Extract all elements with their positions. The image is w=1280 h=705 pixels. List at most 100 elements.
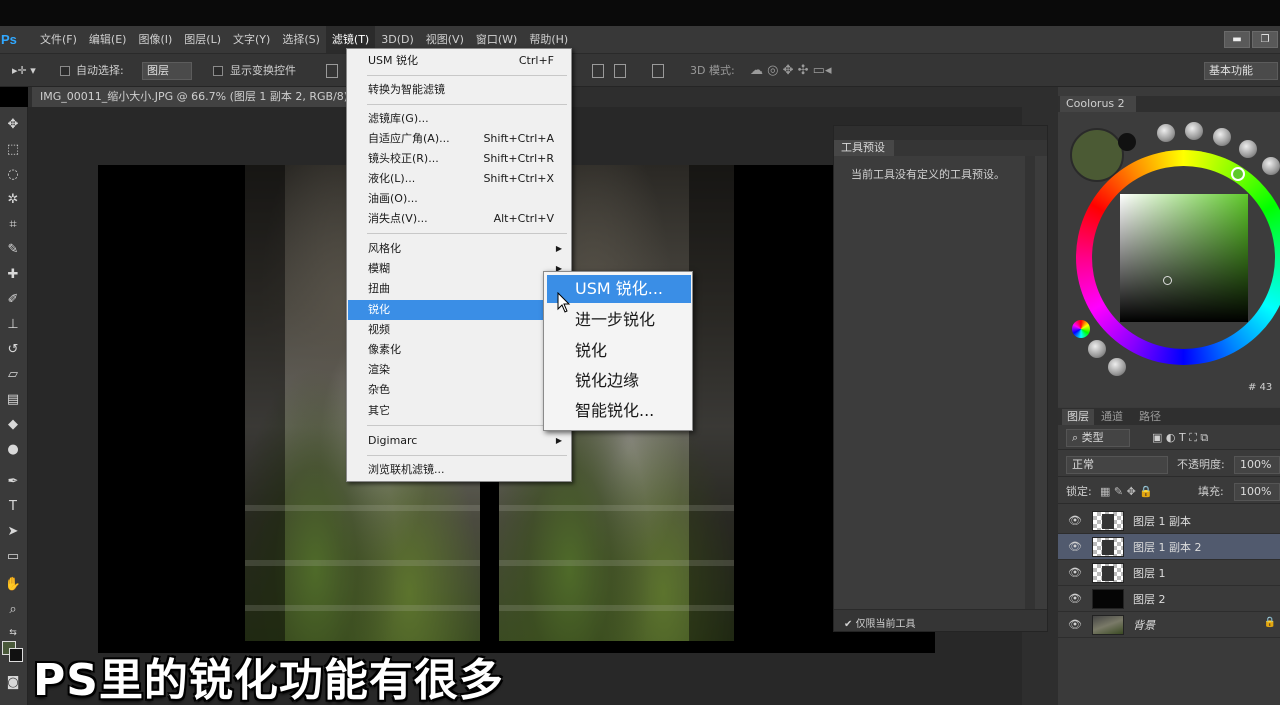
document-tab[interactable]: IMG_00011_缩小大小.JPG @ 66.7% (图层 1 副本 2, R… bbox=[32, 87, 350, 107]
minimize-button[interactable]: ▬ bbox=[1224, 31, 1250, 48]
layer-row-selected[interactable]: 👁 图层 1 副本 2 bbox=[1058, 534, 1280, 560]
gradient-tool-icon[interactable]: ▤ bbox=[3, 390, 23, 410]
menu-item-render[interactable]: 渲染▶ bbox=[348, 360, 570, 380]
blend-mode-dropdown[interactable]: 正常 bbox=[1066, 456, 1168, 474]
menu-select[interactable]: 选择(S) bbox=[276, 26, 326, 53]
background-swatch[interactable] bbox=[1118, 133, 1136, 151]
coolorus-tab[interactable]: Coolorus 2 bbox=[1060, 96, 1136, 112]
menu-item-pixelate[interactable]: 像素化▶ bbox=[348, 340, 570, 360]
menu-image[interactable]: 图像(I) bbox=[132, 26, 178, 53]
background-color-swatch[interactable] bbox=[9, 648, 23, 662]
menu-item-distort[interactable]: 扭曲▶ bbox=[348, 279, 570, 299]
marquee-tool-icon[interactable]: ⬚ bbox=[3, 140, 23, 160]
menu-item-liquify[interactable]: 液化(L)... Shift+Ctrl+X bbox=[348, 169, 570, 189]
menu-edit[interactable]: 编辑(E) bbox=[83, 26, 133, 53]
move-tool-icon[interactable]: ✥ bbox=[3, 115, 23, 135]
pen-tool-icon[interactable]: ✒ bbox=[3, 472, 23, 492]
show-transform-checkbox[interactable] bbox=[213, 66, 223, 76]
fill-input[interactable]: 100% bbox=[1234, 483, 1280, 501]
mode-knob-2-icon[interactable] bbox=[1185, 122, 1203, 140]
layer-row[interactable]: 👁 图层 1 副本 bbox=[1058, 508, 1280, 534]
panel-scrollbar[interactable] bbox=[1025, 156, 1035, 611]
move-tool-icon[interactable]: ▸✛ ▾ bbox=[12, 62, 36, 80]
hand-tool-icon[interactable]: ✋ bbox=[3, 575, 23, 595]
menu-item-filter-gallery[interactable]: 滤镜库(G)... bbox=[348, 109, 570, 129]
menu-item-stylize[interactable]: 风格化 ▶ bbox=[348, 239, 570, 259]
eye-icon[interactable]: 👁 bbox=[1068, 618, 1082, 631]
mode-knob-4-icon[interactable] bbox=[1239, 140, 1257, 158]
zoom-tool-icon[interactable]: ⌕ bbox=[3, 600, 23, 620]
clone-stamp-tool-icon[interactable]: ⊥ bbox=[3, 315, 23, 335]
submenu-item-smart-sharpen[interactable]: 智能锐化... bbox=[547, 397, 691, 425]
3d-mode-icons[interactable]: ☁ ◎ ✥ ✣ ▭◂ bbox=[750, 62, 831, 80]
menu-item-convert-smart-filter[interactable]: 转换为智能滤镜 bbox=[348, 80, 570, 100]
submenu-item-sharpen-edges[interactable]: 锐化边缘 bbox=[547, 367, 691, 395]
hue-picker-handle[interactable] bbox=[1231, 167, 1245, 181]
settings-knob-icon[interactable] bbox=[1108, 358, 1126, 376]
tool-presets-tab[interactable]: 工具预设 bbox=[834, 140, 894, 156]
menu-file[interactable]: 文件(F) bbox=[34, 26, 83, 53]
type-tool-icon[interactable]: T bbox=[3, 497, 23, 517]
menu-item-video[interactable]: 视频▶ bbox=[348, 320, 570, 340]
crop-tool-icon[interactable]: ⌗ bbox=[3, 215, 23, 235]
opacity-input[interactable]: 100% bbox=[1234, 456, 1280, 474]
healing-brush-tool-icon[interactable]: ✚ bbox=[3, 265, 23, 285]
submenu-item-sharpen[interactable]: 锐化 bbox=[547, 337, 691, 365]
sb-picker-handle[interactable] bbox=[1163, 276, 1172, 285]
layer-row[interactable]: 👁 图层 1 bbox=[1058, 560, 1280, 586]
eye-icon[interactable]: 👁 bbox=[1068, 592, 1082, 605]
menu-item-oil-paint[interactable]: 油画(O)... bbox=[348, 189, 570, 209]
auto-align-icon[interactable] bbox=[652, 64, 664, 78]
mode-knob-1-icon[interactable] bbox=[1157, 124, 1175, 142]
color-mode-icon[interactable] bbox=[1072, 320, 1090, 338]
quick-mask-icon[interactable]: ◙ bbox=[3, 673, 23, 693]
menu-item-noise[interactable]: 杂色▶ bbox=[348, 380, 570, 400]
path-selection-tool-icon[interactable]: ➤ bbox=[3, 522, 23, 542]
distribute-center-icon[interactable] bbox=[614, 64, 626, 78]
lasso-tool-icon[interactable]: ◌ bbox=[3, 165, 23, 185]
tab-channels[interactable]: 通道 bbox=[1096, 409, 1128, 425]
history-brush-tool-icon[interactable]: ↺ bbox=[3, 340, 23, 360]
layer-filter-dropdown[interactable]: ⌕ 类型 bbox=[1066, 429, 1130, 447]
align-top-icon[interactable] bbox=[326, 64, 338, 78]
menu-item-usm-sharpen-last[interactable]: USM 锐化 Ctrl+F bbox=[348, 51, 570, 71]
eraser-tool-icon[interactable]: ▱ bbox=[3, 365, 23, 385]
tab-paths[interactable]: 路径 bbox=[1134, 409, 1166, 425]
layer-row-background[interactable]: 👁 背景 🔒 bbox=[1058, 612, 1280, 638]
auto-select-dropdown[interactable]: 图层 bbox=[142, 62, 192, 80]
menu-item-adaptive-wide-angle[interactable]: 自适应广角(A)... Shift+Ctrl+A bbox=[348, 129, 570, 149]
saturation-brightness-square[interactable] bbox=[1120, 194, 1248, 322]
layer-filter-icons[interactable]: ▣ ◐ T ⛶ ⧉ bbox=[1152, 429, 1208, 447]
eyedropper-tool-icon[interactable]: ✎ bbox=[3, 240, 23, 260]
menu-item-lens-correction[interactable]: 镜头校正(R)... Shift+Ctrl+R bbox=[348, 149, 570, 169]
blur-tool-icon[interactable]: ◆ bbox=[3, 415, 23, 435]
current-tool-only-checkbox[interactable]: ✔ 仅限当前工具 bbox=[844, 615, 916, 630]
menu-layer[interactable]: 图层(L) bbox=[178, 26, 227, 53]
menu-item-digimarc[interactable]: Digimarc ▶ bbox=[348, 431, 570, 451]
layer-row[interactable]: 👁 图层 2 bbox=[1058, 586, 1280, 612]
eye-icon[interactable]: 👁 bbox=[1068, 566, 1082, 579]
distribute-icon[interactable] bbox=[592, 64, 604, 78]
tab-layers[interactable]: 图层 bbox=[1062, 409, 1094, 425]
swap-colors-icon[interactable]: ⇆ bbox=[3, 623, 23, 643]
eye-icon[interactable]: 👁 bbox=[1068, 514, 1082, 527]
workspace-dropdown[interactable]: 基本功能 bbox=[1204, 62, 1278, 80]
mode-knob-3-icon[interactable] bbox=[1213, 128, 1231, 146]
menu-item-browse-online-filters[interactable]: 浏览联机滤镜... bbox=[348, 460, 570, 480]
eye-icon[interactable]: 👁 bbox=[1068, 540, 1082, 553]
restore-button[interactable]: ❐ bbox=[1252, 31, 1278, 48]
mode-knob-5-icon[interactable] bbox=[1262, 157, 1280, 175]
auto-select-checkbox[interactable] bbox=[60, 66, 70, 76]
menu-item-other[interactable]: 其它▶ bbox=[348, 401, 570, 421]
menu-item-sharpen[interactable]: 锐化▶ bbox=[348, 300, 570, 320]
lock-icons[interactable]: ▦ ✎ ✥ 🔒 bbox=[1100, 483, 1153, 501]
menu-item-blur[interactable]: 模糊 ▶ bbox=[348, 259, 570, 279]
brush-tool-icon[interactable]: ✐ bbox=[3, 290, 23, 310]
history-knob-icon[interactable] bbox=[1088, 340, 1106, 358]
shape-tool-icon[interactable]: ▭ bbox=[3, 547, 23, 567]
menu-type[interactable]: 文字(Y) bbox=[227, 26, 276, 53]
layer-thumbnail bbox=[1092, 615, 1124, 635]
dodge-tool-icon[interactable]: ● bbox=[3, 440, 23, 460]
magic-wand-tool-icon[interactable]: ✲ bbox=[3, 190, 23, 210]
menu-item-vanishing-point[interactable]: 消失点(V)... Alt+Ctrl+V bbox=[348, 209, 570, 229]
